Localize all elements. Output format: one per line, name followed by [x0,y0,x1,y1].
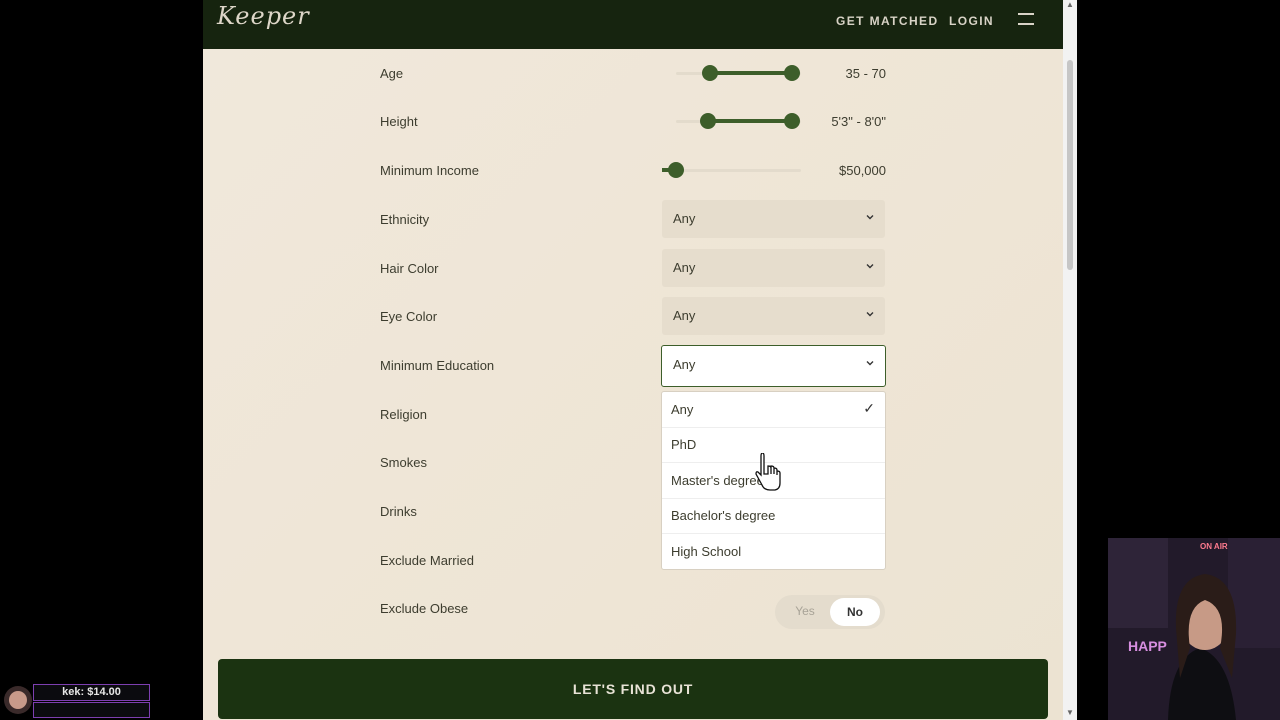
scroll-down-icon[interactable]: ▼ [1066,708,1074,717]
option-bachelors[interactable]: Bachelor's degree [662,498,885,534]
height-value: 5'3" - 8'0" [831,114,886,129]
ethnicity-value: Any [673,211,696,226]
keeper-logo[interactable]: Keeper [217,2,310,30]
browser-page: Keeper GET MATCHED LOGIN Age 35 - 70 Hei… [203,0,1077,720]
nav-login[interactable]: LOGIN [949,14,994,28]
chevron-down-icon [866,215,874,220]
height-max-handle[interactable] [784,113,800,129]
streamer-image [1108,538,1280,720]
age-slider-range [710,71,792,75]
webcam-overlay: ON AIR HAPP [1108,538,1280,720]
option-any[interactable]: Any ✓ [662,392,885,428]
height-label: Height [380,114,418,129]
income-label: Minimum Income [380,163,479,178]
nav-get-matched[interactable]: GET MATCHED [836,14,939,28]
exclude-married-label: Exclude Married [380,553,474,568]
exclude-obese-yes[interactable]: Yes [785,604,825,618]
eye-color-label: Eye Color [380,309,438,324]
income-handle[interactable] [668,162,684,178]
exclude-obese-toggle[interactable]: Yes No [775,595,885,629]
scrollbar-thumb[interactable] [1067,60,1073,270]
donation-goal-bar: kek: $14.00 [33,684,150,701]
scroll-up-icon[interactable]: ▲ [1066,0,1074,9]
page-scrollbar[interactable]: ▲ ▼ [1063,0,1077,720]
chevron-down-icon [866,264,874,269]
hand-cursor-icon [755,453,781,491]
donation-progress-bar [33,702,150,718]
top-navbar: Keeper GET MATCHED LOGIN [203,0,1063,49]
checkmark-icon: ✓ [863,400,875,416]
exclude-obese-label: Exclude Obese [380,601,469,616]
filters-panel: Age 35 - 70 Height 5'3" - 8'0" Minimum I… [203,49,1063,720]
age-label: Age [380,66,404,81]
hair-color-label: Hair Color [380,261,439,276]
lets-find-out-button[interactable]: LET'S FIND OUT [218,659,1048,719]
income-value: $50,000 [839,163,886,178]
age-max-handle[interactable] [784,65,800,81]
eye-color-value: Any [673,308,696,323]
education-value: Any [673,357,696,372]
religion-label: Religion [380,407,427,422]
chevron-down-icon [866,312,874,317]
hamburger-icon[interactable] [1018,13,1034,25]
exclude-obese-no[interactable]: No [830,598,880,626]
hair-color-select[interactable]: Any [662,249,885,287]
eye-color-select[interactable]: Any [662,297,885,335]
neon-sign-text: HAPP [1128,638,1167,654]
hair-color-value: Any [673,260,696,275]
drinks-label: Drinks [380,504,417,519]
ethnicity-select[interactable]: Any [662,200,885,238]
option-high-school[interactable]: High School [662,534,885,569]
age-min-handle[interactable] [702,65,718,81]
height-slider-range [708,119,792,123]
education-label: Minimum Education [380,358,495,373]
smokes-label: Smokes [380,455,427,470]
height-min-handle[interactable] [700,113,716,129]
age-value: 35 - 70 [845,66,886,81]
on-air-sign: ON AIR [1200,542,1228,551]
chevron-down-icon [866,361,874,366]
education-select[interactable]: Any [661,345,886,387]
ethnicity-label: Ethnicity [380,212,430,227]
